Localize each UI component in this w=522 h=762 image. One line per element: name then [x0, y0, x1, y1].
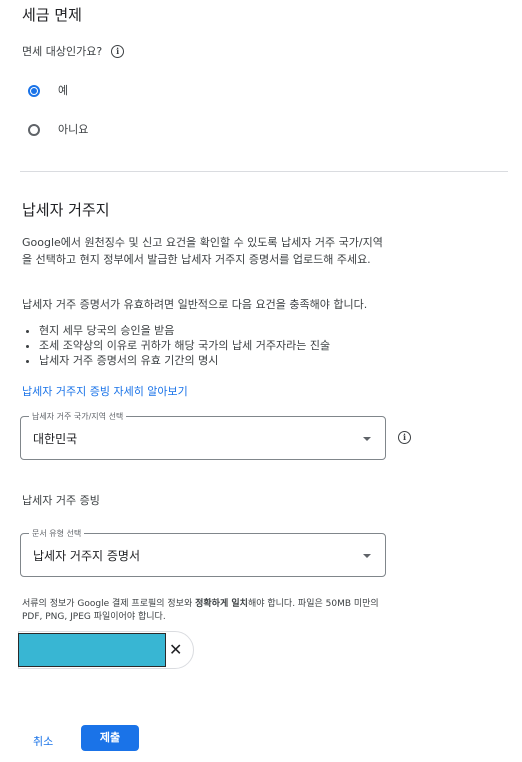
- learn-more-link[interactable]: 납세자 거주지 증빙 자세히 알아보기: [22, 383, 188, 399]
- radio-option-yes[interactable]: 예: [28, 82, 68, 99]
- section-title-tax-residency: 납세자 거주지: [22, 201, 110, 219]
- section-divider: [20, 171, 508, 172]
- proof-title: 납세자 거주 증빙: [22, 494, 100, 507]
- document-type-select-value: 납세자 거주지 증명서: [33, 549, 140, 563]
- radio-label-yes: 예: [58, 84, 69, 97]
- cancel-button[interactable]: 취소: [33, 733, 53, 749]
- country-select[interactable]: 납세자 거주 국가/지역 선택 대한민국: [20, 411, 386, 460]
- exemption-question-label: 면세 대상인가요?: [22, 45, 103, 58]
- exemption-question: 면세 대상인가요? i: [22, 43, 125, 60]
- submit-button[interactable]: 제출: [81, 725, 139, 751]
- document-type-select-label: 문서 유형 선택: [29, 528, 85, 539]
- requirements-list: 현지 세무 당국의 승인을 받음 조세 조약상의 이유로 귀하가 해당 국가의 …: [22, 323, 330, 368]
- country-select-value: 대한민국: [33, 432, 78, 446]
- radio-label-no: 아니요: [58, 123, 89, 136]
- radio-option-no[interactable]: 아니요: [28, 121, 88, 138]
- radio-button-checked[interactable]: [28, 84, 40, 97]
- remove-file-icon[interactable]: ✕: [169, 642, 182, 658]
- country-select-label: 납세자 거주 국가/지역 선택: [29, 411, 127, 422]
- document-type-select[interactable]: 문서 유형 선택 납세자 거주지 증명서: [20, 528, 386, 577]
- info-icon[interactable]: i: [398, 431, 411, 444]
- dropdown-arrow-icon: [363, 437, 371, 441]
- redacted-file-name: [18, 633, 166, 667]
- dropdown-arrow-icon: [363, 554, 371, 558]
- list-item: 현지 세무 당국의 승인을 받음: [39, 323, 330, 338]
- list-item: 조세 조약상의 이유로 귀하가 해당 국가의 납세 거주자라는 진술: [39, 338, 330, 353]
- residency-description: Google에서 원천징수 및 신고 요건을 확인할 수 있도록 납세자 거주 …: [22, 236, 383, 266]
- radio-button-unchecked[interactable]: [28, 123, 40, 136]
- requirements-intro: 납세자 거주 증명서가 유효하려면 일반적으로 다음 요건을 충족해야 합니다.: [22, 298, 368, 311]
- file-requirements-note: 서류의 정보가 Google 결제 프로필의 정보와 정확하게 일치해야 합니다…: [22, 599, 379, 622]
- list-item: 납세자 거주 증명서의 유효 기간의 명시: [39, 353, 330, 368]
- info-icon[interactable]: i: [111, 45, 125, 58]
- section-title-tax-exemption: 세금 면제: [22, 6, 82, 24]
